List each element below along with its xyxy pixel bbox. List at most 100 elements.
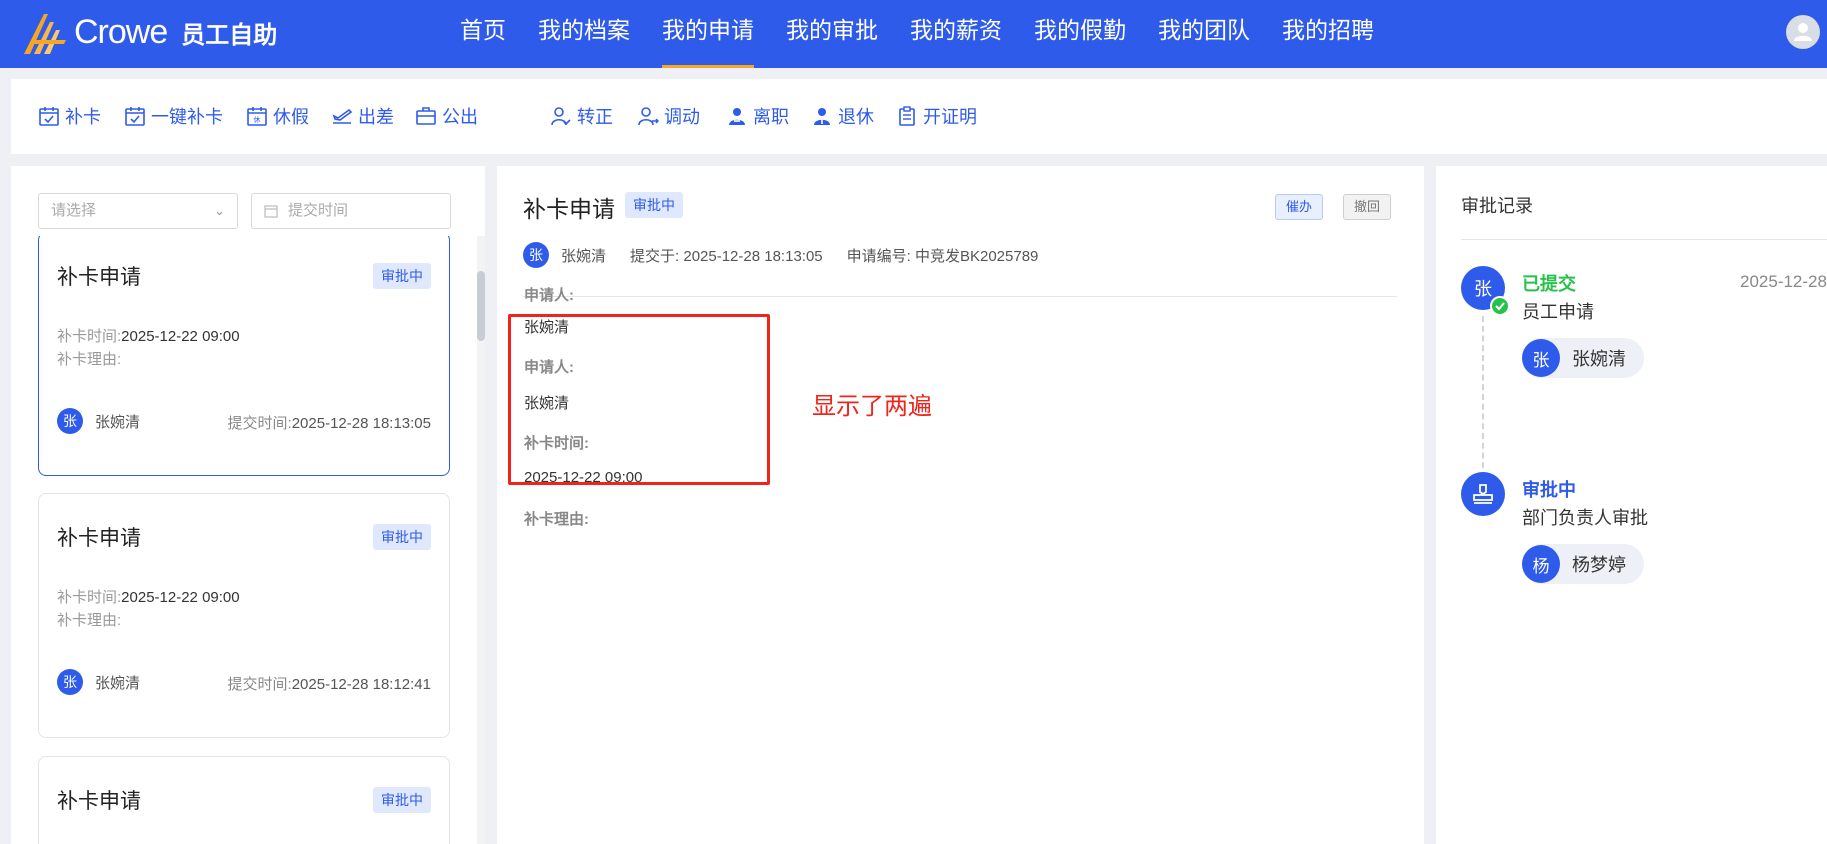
- status-badge: 审批中: [373, 524, 431, 550]
- submit-date-picker[interactable]: 提交时间: [251, 193, 451, 229]
- card-title: 补卡申请: [57, 527, 141, 550]
- user-leave-icon: [729, 108, 745, 125]
- date-placeholder: 提交时间: [288, 202, 349, 219]
- brand-name: Crowe: [74, 12, 168, 51]
- submit-label: 提交时间:: [227, 415, 292, 432]
- clock-reason-label: 补卡理由:: [524, 511, 589, 528]
- clipboard-icon: [899, 106, 915, 126]
- main-nav: 首页 我的档案 我的申请 我的审批 我的薪资 我的假勤 我的团队 我的招聘: [460, 0, 1406, 68]
- card-title: 补卡申请: [57, 266, 141, 289]
- submit-label: 提交时间:: [227, 676, 292, 693]
- scrollbar-thumb[interactable]: [477, 271, 485, 341]
- nav-leave[interactable]: 我的假勤: [1034, 0, 1126, 68]
- action-resign[interactable]: 离职: [726, 103, 789, 129]
- status-badge: 审批中: [625, 192, 683, 218]
- time-value: 2025-12-22 09:00: [121, 328, 240, 345]
- nav-approvals[interactable]: 我的审批: [786, 0, 878, 68]
- nav-salary[interactable]: 我的薪资: [910, 0, 1002, 68]
- card-title: 补卡申请: [57, 790, 141, 813]
- applicant-name: 张婉清: [561, 247, 607, 265]
- application-list: 补卡申请 审批中 补卡时间:2025-12-22 09:00 补卡理由: 张张婉…: [11, 236, 485, 844]
- action-vacation[interactable]: 休 休假: [246, 103, 309, 129]
- nav-team[interactable]: 我的团队: [1158, 0, 1250, 68]
- panel-title: 审批记录: [1461, 196, 1533, 216]
- avatar: 张: [57, 408, 83, 434]
- detail-meta: 张 张婉清 提交于: 2025-12-28 18:13:05 申请编号: 中竞发…: [523, 242, 1038, 268]
- action-one-click-fix[interactable]: 一键补卡: [124, 103, 223, 129]
- application-card[interactable]: 补卡申请 审批中 补卡时间:2025-12-22 09:00 补卡理由: 张张婉…: [38, 236, 450, 476]
- time-value: 2025-12-22 09:00: [121, 589, 240, 606]
- application-list-panel: 请选择 ⌄ 提交时间 补卡申请 审批中 补卡时间:2025-12-22 09:0…: [11, 166, 485, 844]
- card-time: 补卡时间:2025-12-22 09:00: [57, 586, 240, 607]
- calendar-icon: [264, 205, 278, 218]
- applicant-name: 张婉清: [95, 413, 141, 431]
- check-icon: [1490, 296, 1510, 316]
- action-retire[interactable]: 退休: [811, 103, 874, 129]
- nav-home[interactable]: 首页: [460, 0, 506, 68]
- withdraw-button[interactable]: 撤回: [1343, 194, 1392, 220]
- submit-time: 提交于: 2025-12-28 18:13:05: [630, 247, 823, 265]
- urge-button[interactable]: 催办: [1275, 194, 1324, 220]
- user-avatar[interactable]: [1786, 15, 1820, 49]
- action-label: 补卡: [65, 107, 101, 127]
- approver-chip: 张 张婉清: [1522, 338, 1644, 378]
- avatar: 张: [57, 669, 83, 695]
- action-label: 转正: [577, 107, 613, 127]
- action-clock-in-fix[interactable]: 补卡: [38, 103, 101, 129]
- application-number: 申请编号: 中竞发BK2025789: [846, 247, 1039, 265]
- step-date: 2025-12-28: [1740, 272, 1827, 291]
- approver-chip: 杨 杨梦婷: [1522, 544, 1644, 584]
- application-card[interactable]: 补卡申请 审批中: [38, 756, 450, 844]
- action-label: 调动: [664, 107, 700, 127]
- action-regularize[interactable]: 转正: [550, 103, 613, 129]
- time-label: 补卡时间:: [57, 589, 122, 606]
- action-label: 休假: [273, 107, 309, 127]
- step-desc: 员工申请: [1522, 302, 1594, 322]
- time-label: 补卡时间:: [57, 328, 122, 345]
- action-business-trip[interactable]: 出差: [331, 103, 394, 129]
- action-label: 离职: [753, 107, 789, 127]
- person-name: 张婉清: [1572, 349, 1626, 369]
- nav-profile[interactable]: 我的档案: [538, 0, 630, 68]
- select-placeholder: 请选择: [51, 202, 97, 219]
- quick-action-bar: 补卡 一键补卡 休 休假 出差 公出 转正 调动 离职 退休 开证明: [11, 79, 1827, 154]
- step-status: 已提交: [1522, 274, 1576, 294]
- action-transfer[interactable]: 调动: [637, 103, 700, 129]
- application-card[interactable]: 补卡申请 审批中 补卡时间:2025-12-22 09:00 补卡理由: 张张婉…: [38, 493, 450, 738]
- action-label: 退休: [838, 107, 874, 127]
- step-status: 审批中: [1522, 480, 1576, 500]
- chevron-down-icon: ⌄: [214, 203, 225, 218]
- nav-recruit[interactable]: 我的招聘: [1282, 0, 1374, 68]
- calendar-check-icon: [39, 107, 59, 126]
- app-subtitle: 员工自助: [181, 21, 278, 49]
- card-applicant: 张张婉清: [57, 669, 140, 695]
- type-select[interactable]: 请选择 ⌄: [38, 193, 238, 229]
- divider: [1461, 239, 1827, 240]
- logo[interactable]: Crowe 员工自助: [22, 10, 277, 54]
- action-label: 一键补卡: [151, 107, 223, 127]
- approval-record-panel: 审批记录 张 已提交 员工申请 2025-12-28 张 张婉清 审批中 部门负…: [1436, 166, 1827, 844]
- crowe-logo-icon: [24, 14, 66, 54]
- nav-applications[interactable]: 我的申请: [662, 0, 754, 68]
- highlight-box: [508, 314, 770, 485]
- application-detail-panel: 补卡申请 审批中 催办 撤回 张 张婉清 提交于: 2025-12-28 18:…: [497, 166, 1424, 844]
- user-transfer-icon: [638, 107, 659, 126]
- card-submit-time: 提交时间:2025-12-28 18:12:41: [228, 673, 431, 694]
- submit-value: 2025-12-28 18:13:05: [291, 415, 431, 432]
- action-certificate[interactable]: 开证明: [896, 103, 977, 129]
- card-submit-time: 提交时间:2025-12-28 18:13:05: [228, 412, 431, 433]
- submit-value: 2025-12-28 18:12:41: [291, 676, 431, 693]
- card-time: 补卡时间:2025-12-22 09:00: [57, 325, 240, 346]
- calendar-check-icon: [125, 107, 145, 126]
- divider: [523, 296, 1397, 297]
- annotation-note: 显示了两遍: [812, 393, 932, 420]
- stamp-icon: [1461, 472, 1505, 516]
- plane-icon: [332, 108, 353, 124]
- card-reason: 补卡理由:: [57, 612, 122, 629]
- list-scrollbar[interactable]: [477, 236, 485, 844]
- action-label: 开证明: [923, 107, 977, 127]
- action-official-out[interactable]: 公出: [415, 103, 478, 129]
- step-desc: 部门负责人审批: [1522, 508, 1648, 528]
- person-name: 杨梦婷: [1572, 555, 1626, 575]
- user-icon: [1794, 23, 1812, 41]
